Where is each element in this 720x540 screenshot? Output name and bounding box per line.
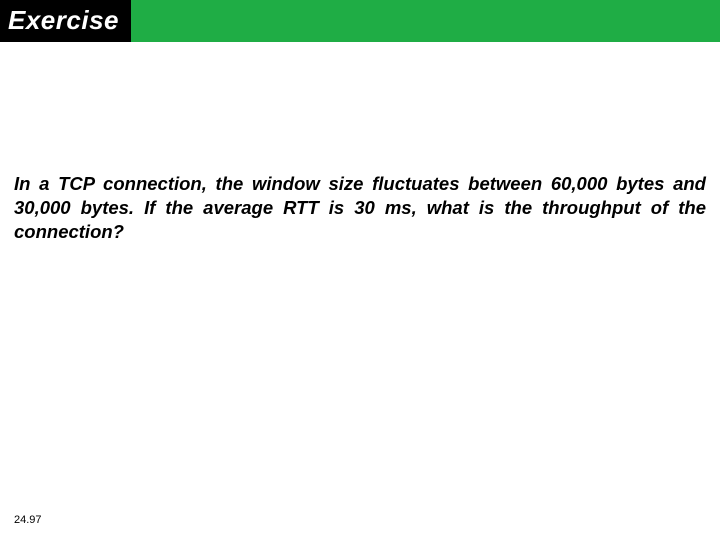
header-bar: Exercise: [0, 0, 720, 42]
exercise-question: In a TCP connection, the window size flu…: [14, 172, 706, 244]
title-tab: Exercise: [0, 0, 131, 42]
page-number: 24.97: [14, 514, 42, 526]
slide-title: Exercise: [8, 5, 119, 35]
content-area: In a TCP connection, the window size flu…: [14, 172, 706, 244]
